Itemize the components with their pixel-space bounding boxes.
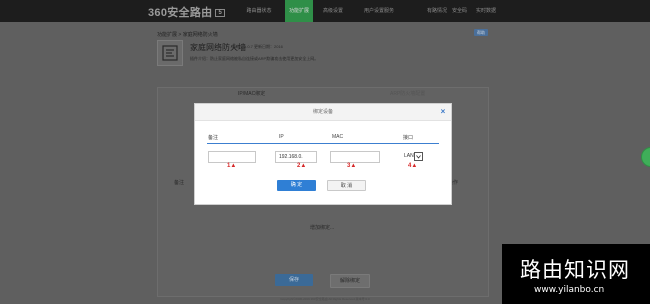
chevron-down-icon bbox=[416, 155, 421, 159]
help-button[interactable]: 帮助 bbox=[474, 29, 488, 36]
save-button[interactable]: 保存 bbox=[275, 274, 313, 286]
column-interface: 接口 bbox=[403, 135, 414, 141]
nav-right-1[interactable]: 有路情况 bbox=[427, 0, 447, 22]
nav-advanced-settings[interactable]: 高级设置 bbox=[313, 0, 353, 22]
router-logo[interactable]: 360安全路由 5 bbox=[148, 4, 226, 20]
firewall-glyph-icon bbox=[162, 45, 178, 61]
unbind-button[interactable]: 解除绑定 bbox=[330, 274, 370, 288]
header-divider bbox=[207, 143, 439, 144]
nav-right-3[interactable]: 实时数据 bbox=[476, 0, 496, 22]
watermark: 路由知识网 www.yilanbo.cn bbox=[502, 244, 650, 304]
logo-text: 360安全路由 bbox=[148, 7, 213, 19]
nav-extensions[interactable]: 功能扩展 bbox=[285, 0, 313, 22]
ip-input[interactable] bbox=[275, 151, 317, 163]
note-input[interactable] bbox=[208, 151, 256, 163]
column-mac: MAC bbox=[332, 134, 344, 140]
top-nav-bar: 360安全路由 5 路由器状态 功能扩展 高级设置 用户设置服务 有路情况 安全码… bbox=[0, 0, 650, 22]
tab-arp-firewall[interactable]: ARP防火墙配置 bbox=[390, 90, 425, 97]
nav-user-services[interactable]: 用户设置服务 bbox=[353, 0, 405, 22]
marker-1: 1▲ bbox=[227, 163, 237, 169]
interface-dropdown[interactable] bbox=[414, 152, 423, 161]
close-icon[interactable]: × bbox=[438, 107, 448, 117]
breadcrumb: 功能扩展 > 家庭网络防火墙 bbox=[157, 32, 218, 38]
logo-badge: 5 bbox=[215, 9, 226, 18]
nav-router-status[interactable]: 路由器状态 bbox=[233, 0, 285, 22]
column-ip: IP bbox=[279, 134, 284, 140]
bind-device-dialog: 绑定设备 × 备注 IP MAC 接口 LAN 1▲ 2▲ 3▲ 4▲ 确 定 … bbox=[194, 103, 452, 205]
marker-3: 3▲ bbox=[347, 163, 357, 169]
marker-2: 2▲ bbox=[297, 163, 307, 169]
dialog-title: 绑定设备 bbox=[312, 109, 333, 115]
tab-ip-mac-binding[interactable]: IP/MAC绑定 bbox=[238, 90, 265, 97]
column-note: 备注 bbox=[208, 135, 219, 141]
mac-input[interactable] bbox=[330, 151, 380, 163]
app-meta: 版本：1.0.7 更新日期：2016 bbox=[232, 44, 283, 49]
confirm-button[interactable]: 确 定 bbox=[277, 180, 316, 191]
add-binding-link[interactable]: 增加绑定... bbox=[310, 224, 334, 231]
table-header-note: 备注 bbox=[174, 180, 185, 186]
marker-4: 4▲ bbox=[408, 163, 418, 169]
watermark-url: www.yilanbo.cn bbox=[534, 285, 605, 295]
app-description: 插件介绍：防止家庭网络被私自连接或ARP欺骗攻击使用更加安全上网。 bbox=[190, 56, 319, 61]
watermark-title: 路由知识网 bbox=[520, 258, 630, 282]
nav-right-2[interactable]: 安全码 bbox=[452, 0, 467, 22]
firewall-app-icon bbox=[157, 40, 183, 66]
cancel-button[interactable]: 取 消 bbox=[327, 180, 366, 191]
interface-value: LAN bbox=[404, 153, 414, 159]
